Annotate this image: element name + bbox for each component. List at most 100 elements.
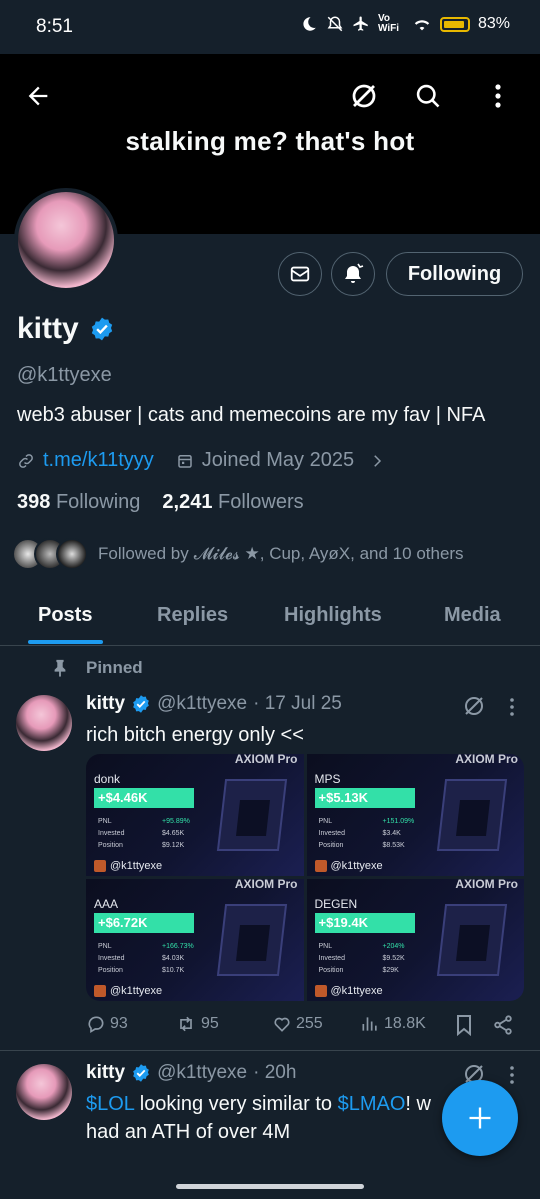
pnl-card[interactable]: AXIOM Pro AAA +$6.72K PNL +166.73% Invest… bbox=[86, 879, 304, 1001]
gesture-bar[interactable] bbox=[176, 1184, 364, 1189]
card-row-label: Invested bbox=[318, 830, 345, 837]
card-invested: $4.65K bbox=[162, 830, 185, 837]
card-ticker: MPS bbox=[314, 772, 341, 786]
grok-icon[interactable] bbox=[462, 694, 486, 718]
card-pnl: +151.09% bbox=[382, 818, 415, 825]
post-author-name[interactable]: kitty bbox=[86, 693, 125, 715]
card-invested: $3.4K bbox=[382, 830, 401, 837]
heart-icon bbox=[274, 1017, 290, 1032]
card-row-label: Invested bbox=[98, 955, 125, 962]
post-author-name[interactable]: kitty bbox=[86, 1062, 125, 1084]
display-name: kitty bbox=[17, 312, 79, 345]
card-art bbox=[216, 779, 287, 851]
arrow-left-icon bbox=[28, 86, 48, 106]
card-tag-text: @k1ttyexe bbox=[330, 860, 383, 872]
cashtag-link[interactable]: $LOL bbox=[86, 1093, 134, 1115]
post-author-handle: @k1ttyexe bbox=[157, 693, 248, 714]
follow-stats: 398 Following 2,241 Followers bbox=[17, 491, 304, 514]
card-invested: $4.03K bbox=[162, 955, 185, 962]
share-icon[interactable] bbox=[492, 1014, 514, 1036]
profile-meta: t.me/k11tyyy Joined May 2025 bbox=[17, 449, 386, 472]
card-gain: +$6.72K bbox=[94, 913, 194, 933]
card-tag-avatar bbox=[314, 985, 327, 997]
post-avatar[interactable] bbox=[16, 1064, 72, 1120]
reply-icon bbox=[88, 1016, 104, 1033]
card-tag-avatar bbox=[94, 860, 106, 872]
post-text-line: had an ATH of over 4M bbox=[86, 1121, 291, 1143]
post-time: · 20h bbox=[253, 1062, 297, 1083]
compose-post-button[interactable] bbox=[442, 1080, 518, 1156]
verified-badge-icon bbox=[133, 1064, 149, 1082]
card-row-label: PNL bbox=[98, 943, 112, 950]
post-text: rich bitch energy only << bbox=[86, 724, 304, 746]
post-avatar[interactable] bbox=[16, 695, 72, 751]
profile-handle: @k1ttyexe bbox=[17, 364, 112, 386]
card-tag: @k1ttyexe bbox=[314, 860, 383, 872]
followed-by[interactable]: Followed by 𝓜𝓲𝓵𝓮𝓼 ★, Cup, AyøX, and 10 o… bbox=[12, 538, 464, 570]
card-ticker: donk bbox=[94, 772, 121, 786]
following-stat[interactable]: 398 Following bbox=[17, 491, 140, 514]
bookmark-icon[interactable] bbox=[454, 1014, 474, 1036]
card-tag-avatar bbox=[94, 985, 106, 997]
card-tag-text: @k1ttyexe bbox=[110, 985, 163, 997]
following-button[interactable]: Following bbox=[386, 252, 523, 296]
more-vertical-icon[interactable] bbox=[504, 696, 520, 718]
profile-avatar[interactable] bbox=[14, 188, 118, 292]
chevron-right-icon[interactable] bbox=[368, 452, 386, 470]
more-vertical-icon[interactable] bbox=[504, 1064, 520, 1086]
pnl-card[interactable]: AXIOM Pro DEGEN +$19.4K PNL +204% Investe… bbox=[306, 879, 524, 1001]
repost-button[interactable]: 95 bbox=[175, 1014, 219, 1034]
card-row-label: Invested bbox=[318, 955, 345, 962]
card-tag: @k1ttyexe bbox=[94, 860, 162, 872]
profile-name: kitty bbox=[17, 312, 115, 346]
card-tag-avatar bbox=[314, 860, 327, 872]
post-media-grid[interactable]: AXIOM Pro donk +$4.46K PNL +95.89% Invest… bbox=[86, 754, 524, 1001]
card-ticker: AAA bbox=[94, 897, 119, 911]
card-row-label: Position bbox=[318, 967, 344, 974]
notifications-button[interactable] bbox=[331, 252, 375, 296]
tab-posts[interactable]: Posts bbox=[38, 604, 92, 627]
repost-icon bbox=[180, 1016, 192, 1032]
profile-link[interactable]: t.me/k11tyyy bbox=[43, 449, 154, 472]
pnl-card[interactable]: AXIOM Pro MPS +$5.13K PNL +151.09% Invest… bbox=[306, 754, 524, 876]
card-gain: +$4.46K bbox=[94, 788, 194, 808]
card-row-label: PNL bbox=[318, 943, 333, 950]
joined-date: Joined May 2025 bbox=[201, 449, 355, 471]
tab-highlights[interactable]: Highlights bbox=[284, 604, 382, 627]
card-pnl: +95.89% bbox=[162, 818, 190, 825]
following-label: Following bbox=[55, 491, 141, 513]
verified-badge-icon bbox=[91, 317, 112, 341]
followed-by-prefix: Followed by bbox=[98, 544, 189, 563]
banner-text: stalking me? that's hot bbox=[125, 126, 415, 156]
search-button[interactable] bbox=[408, 76, 448, 116]
post-header: kitty @k1ttyexe · 20h bbox=[86, 1062, 296, 1084]
profile-bio: web3 abuser | cats and memecoins are my … bbox=[17, 404, 486, 426]
card-art bbox=[216, 904, 287, 976]
like-button[interactable]: 255 bbox=[272, 1014, 323, 1034]
pin-icon bbox=[54, 659, 66, 677]
back-button[interactable] bbox=[18, 76, 58, 116]
reply-button[interactable]: 93 bbox=[86, 1014, 128, 1034]
reply-count: 93 bbox=[110, 1015, 128, 1032]
views-button[interactable]: 18.8K bbox=[360, 1014, 426, 1034]
post-text-part: looking very similar to bbox=[134, 1093, 338, 1115]
grok-button[interactable] bbox=[344, 76, 384, 116]
card-brand: AXIOM Pro bbox=[234, 879, 298, 891]
post-author-handle: @k1ttyexe bbox=[157, 1062, 248, 1083]
card-invested: $9.52K bbox=[382, 955, 405, 962]
card-rows: PNL +166.73% Invested $4.03K Position $10.7… bbox=[98, 941, 194, 977]
card-position: $9.12K bbox=[162, 842, 185, 849]
pnl-card[interactable]: AXIOM Pro donk +$4.46K PNL +95.89% Invest… bbox=[86, 754, 304, 876]
tab-replies[interactable]: Replies bbox=[157, 604, 228, 627]
cashtag-link[interactable]: $LMAO bbox=[338, 1093, 406, 1115]
card-brand: AXIOM Pro bbox=[234, 754, 298, 766]
plus-icon bbox=[469, 1107, 491, 1129]
card-tag: @k1ttyexe bbox=[314, 985, 383, 997]
message-button[interactable] bbox=[278, 252, 322, 296]
card-tag: @k1ttyexe bbox=[94, 985, 162, 997]
followers-stat[interactable]: 2,241 Followers bbox=[162, 491, 303, 514]
more-options-button[interactable] bbox=[478, 76, 518, 116]
status-icons: Vo WiFi 83% bbox=[300, 14, 510, 34]
tab-media[interactable]: Media bbox=[444, 604, 501, 627]
card-rows: PNL +151.09% Invested $3.4K Position $8.53K bbox=[318, 816, 415, 852]
